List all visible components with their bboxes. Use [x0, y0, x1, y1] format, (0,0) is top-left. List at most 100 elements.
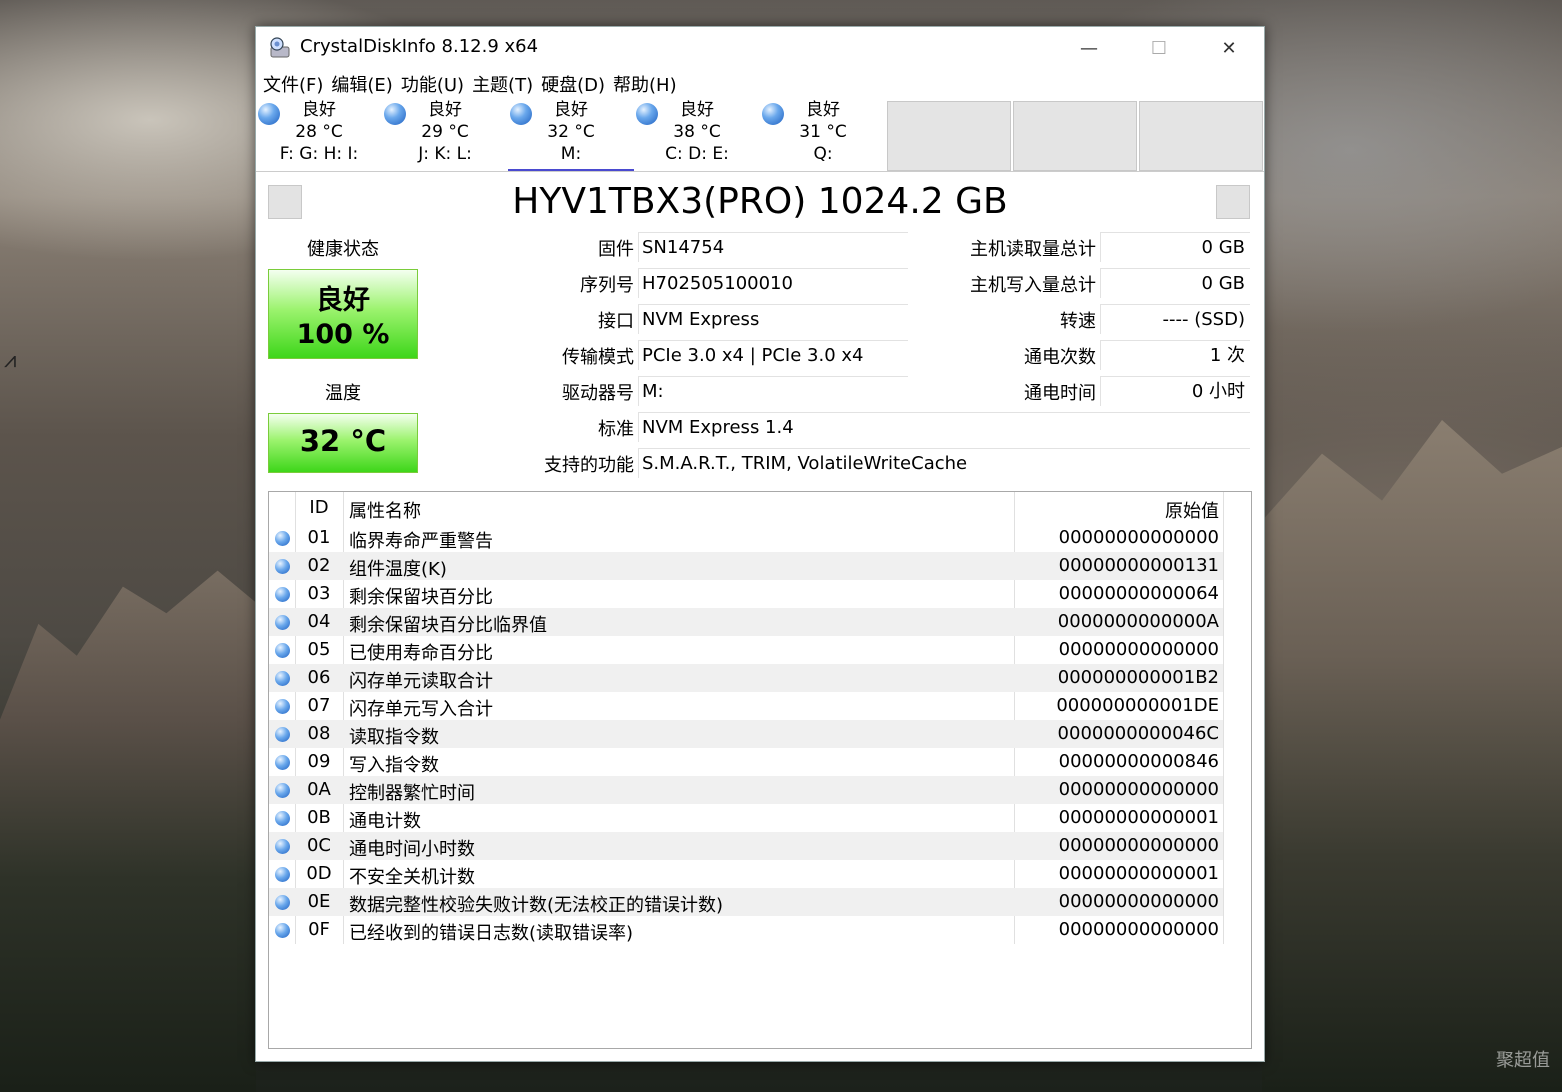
attr-id: 09 [307, 751, 331, 772]
health-orb-icon [636, 103, 658, 125]
table-row[interactable]: 08 读取指令数 0000000000046C [269, 720, 1223, 748]
serial-label: 序列号 [580, 275, 634, 296]
minimize-button[interactable]: — [1054, 27, 1124, 69]
menu-file[interactable]: 文件(F) [262, 69, 330, 99]
attr-raw: 00000000000000 [1058, 835, 1219, 856]
serial-value: H702505100010 [638, 268, 908, 298]
drive-temp: 38 °C [673, 122, 721, 142]
table-row[interactable]: 0A 控制器繁忙时间 00000000000000 [269, 776, 1223, 804]
status-orb-icon [275, 587, 290, 602]
header-id[interactable]: ID [295, 497, 343, 518]
table-row[interactable]: 04 剩余保留块百分比临界值 0000000000000A [269, 608, 1223, 636]
drive-temp: 29 °C [421, 122, 469, 142]
status-orb-icon [275, 615, 290, 630]
temperature-value: 32 °C [299, 424, 387, 458]
drive-tab-4[interactable]: 良好 38 °C C: D: E: [634, 99, 760, 169]
table-row[interactable]: 0C 通电时间小时数 00000000000000 [269, 832, 1223, 860]
column-divider [1223, 492, 1224, 944]
attr-name: 剩余保留块百分比临界值 [349, 615, 547, 636]
attr-raw: 00000000000000 [1058, 527, 1219, 548]
smart-attributes-table[interactable]: ID 属性名称 原始值 01 临界寿命严重警告 00000000000000 02 组… [268, 491, 1252, 1049]
features-label: 支持的功能 [544, 455, 634, 476]
drive-tab-1[interactable]: 良好 28 °C F: G: H: I: [256, 99, 382, 169]
table-row[interactable]: 06 闪存单元读取合计 000000000001B2 [269, 664, 1223, 692]
attr-name: 闪存单元写入合计 [349, 699, 493, 720]
drive-tabs: 良好 28 °C F: G: H: I: 良好 29 °C J: K: L: 良… [256, 99, 1264, 172]
temperature-label: 温度 [325, 383, 361, 404]
table-row[interactable]: 02 组件温度(K) 00000000000131 [269, 552, 1223, 580]
attr-id: 0B [307, 807, 331, 828]
attr-name: 数据完整性校验失败计数(无法校正的错误计数) [349, 895, 724, 916]
temperature-box[interactable]: 32 °C [268, 413, 418, 473]
attr-raw: 00000000000064 [1058, 583, 1219, 604]
close-button[interactable]: ✕ [1194, 27, 1264, 69]
drive-tab-5[interactable]: 良好 31 °C Q: [760, 99, 886, 169]
attr-raw: 000000000001B2 [1057, 667, 1219, 688]
transfer-mode-value: PCIe 3.0 x4 | PCIe 3.0 x4 [638, 340, 908, 370]
interface-label: 接口 [598, 311, 634, 332]
health-status-label: 健康状态 [307, 239, 379, 260]
attr-name: 不安全关机计数 [349, 867, 475, 888]
attr-name: 临界寿命严重警告 [349, 531, 493, 552]
title-bar[interactable]: CrystalDiskInfo 8.12.9 x64 — ☐ ✕ [256, 27, 1264, 69]
attr-id: 0E [307, 891, 331, 912]
drive-model-title: HYV1TBX3(PRO) 1024.2 GB [512, 181, 1008, 222]
desktop-mountain-left [0, 570, 256, 1092]
health-percent: 100 % [296, 319, 390, 350]
standard-value: NVM Express 1.4 [638, 412, 1250, 442]
table-row[interactable]: 03 剩余保留块百分比 00000000000064 [269, 580, 1223, 608]
status-orb-icon [275, 811, 290, 826]
drive-temp: 32 °C [547, 122, 595, 142]
attr-raw: 00000000000846 [1058, 751, 1219, 772]
app-icon [270, 37, 290, 58]
bird-icon: ⩘ [4, 348, 17, 373]
drive-tab-2[interactable]: 良好 29 °C J: K: L: [382, 99, 508, 169]
next-drive-button[interactable] [1216, 185, 1250, 219]
health-orb-icon [762, 103, 784, 125]
attr-id: 06 [307, 667, 331, 688]
table-row[interactable]: 07 闪存单元写入合计 000000000001DE [269, 692, 1223, 720]
attr-raw: 00000000000000 [1058, 639, 1219, 660]
attr-name: 已经收到的错误日志数(读取错误率) [349, 923, 634, 944]
firmware-value: SN14754 [638, 232, 908, 262]
menu-edit[interactable]: 编辑(E) [330, 69, 399, 99]
table-row[interactable]: 09 写入指令数 00000000000846 [269, 748, 1223, 776]
power-count-label: 通电次数 [1024, 347, 1096, 368]
drive-tab-3[interactable]: 良好 32 °C M: [508, 99, 634, 171]
table-row[interactable]: 0D 不安全关机计数 00000000000001 [269, 860, 1223, 888]
status-orb-icon [275, 783, 290, 798]
power-count-value: 1 次 [1100, 340, 1250, 370]
header-name[interactable]: 属性名称 [349, 497, 421, 523]
menu-disk[interactable]: 硬盘(D) [540, 69, 612, 99]
table-row[interactable]: 0B 通电计数 00000000000001 [269, 804, 1223, 832]
table-row[interactable]: 0F 已经收到的错误日志数(读取错误率) 00000000000000 [269, 916, 1223, 944]
features-value: S.M.A.R.T., TRIM, VolatileWriteCache [638, 448, 1250, 478]
empty-drive-slot [887, 101, 1011, 171]
drive-letters: J: K: L: [418, 144, 472, 164]
drive-detail-panel: HYV1TBX3(PRO) 1024.2 GB 健康状态 良好 100 % 温度… [256, 175, 1264, 1061]
maximize-button[interactable]: ☐ [1124, 27, 1194, 69]
drive-letters: F: G: H: I: [279, 144, 359, 164]
menu-function[interactable]: 功能(U) [400, 69, 471, 99]
menu-bar: 文件(F) 编辑(E) 功能(U) 主题(T) 硬盘(D) 帮助(H) [256, 69, 1264, 99]
menu-help[interactable]: 帮助(H) [612, 69, 684, 99]
power-hours-label: 通电时间 [1024, 383, 1096, 404]
table-row[interactable]: 0E 数据完整性校验失败计数(无法校正的错误计数) 00000000000000 [269, 888, 1223, 916]
table-row[interactable]: 01 临界寿命严重警告 00000000000000 [269, 524, 1223, 552]
status-orb-icon [275, 839, 290, 854]
attr-id: 0C [306, 835, 332, 856]
attr-name: 已使用寿命百分比 [349, 643, 493, 664]
attr-id: 01 [307, 527, 331, 548]
header-raw[interactable]: 原始值 [1015, 497, 1219, 523]
status-orb-icon [275, 895, 290, 910]
menu-theme[interactable]: 主题(T) [471, 69, 540, 99]
health-status-box[interactable]: 良好 100 % [268, 269, 418, 359]
firmware-label: 固件 [598, 239, 634, 260]
desktop-mountain-right [1262, 420, 1562, 1092]
attr-name: 读取指令数 [349, 727, 439, 748]
host-writes-value: 0 GB [1100, 268, 1250, 298]
power-hours-value: 0 小时 [1100, 376, 1250, 406]
table-row[interactable]: 05 已使用寿命百分比 00000000000000 [269, 636, 1223, 664]
health-status-text: 良好 [316, 285, 370, 316]
status-orb-icon [275, 699, 290, 714]
